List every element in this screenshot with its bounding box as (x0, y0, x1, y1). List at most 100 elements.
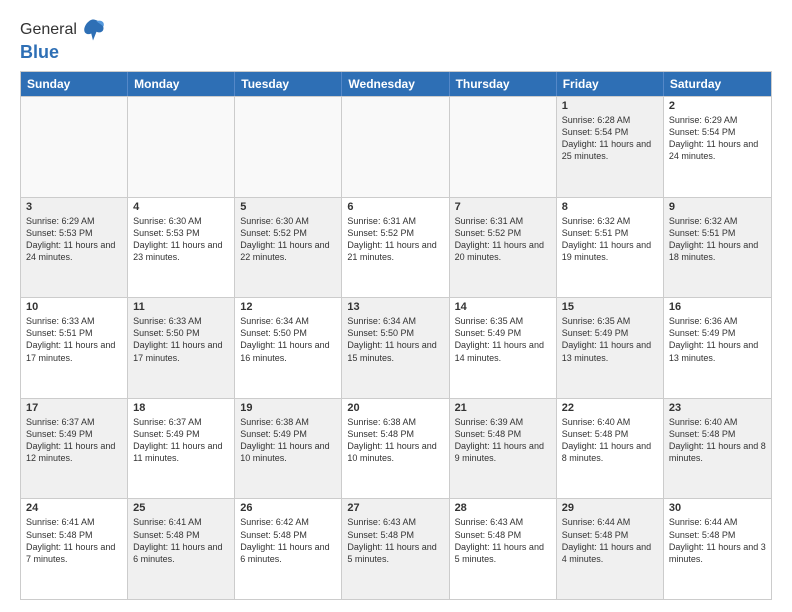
day-number: 12 (240, 301, 336, 313)
day-info: Sunrise: 6:38 AM Sunset: 5:49 PM Dayligh… (240, 417, 329, 463)
day-number: 23 (669, 402, 766, 414)
day-info: Sunrise: 6:41 AM Sunset: 5:48 PM Dayligh… (26, 517, 115, 563)
day-info: Sunrise: 6:44 AM Sunset: 5:48 PM Dayligh… (562, 517, 651, 563)
calendar-header-wednesday: Wednesday (342, 72, 449, 96)
day-number: 28 (455, 502, 551, 514)
day-info: Sunrise: 6:34 AM Sunset: 5:50 PM Dayligh… (347, 316, 436, 362)
day-number: 25 (133, 502, 229, 514)
day-number: 26 (240, 502, 336, 514)
day-info: Sunrise: 6:37 AM Sunset: 5:49 PM Dayligh… (26, 417, 115, 463)
calendar-cell-27: 27 Sunrise: 6:43 AM Sunset: 5:48 PM Dayli… (342, 499, 449, 599)
calendar-cell-22: 22Sunrise: 6:40 AM Sunset: 5:48 PM Dayli… (557, 399, 664, 499)
day-info: Sunrise: 6:29 AM Sunset: 5:54 PM Dayligh… (669, 115, 758, 161)
calendar-cell-17: 17 Sunrise: 6:37 AM Sunset: 5:49 PM Dayli… (21, 399, 128, 499)
page: General Blue SundayMondayTuesdayWednesda… (0, 0, 792, 612)
day-info: Sunrise: 6:33 AM Sunset: 5:51 PM Dayligh… (26, 316, 115, 362)
calendar-row-0: 1 Sunrise: 6:28 AM Sunset: 5:54 PM Daylig… (21, 96, 771, 197)
day-number: 10 (26, 301, 122, 313)
calendar-cell-13: 13 Sunrise: 6:34 AM Sunset: 5:50 PM Dayli… (342, 298, 449, 398)
day-number: 16 (669, 301, 766, 313)
day-number: 24 (26, 502, 122, 514)
calendar-header-friday: Friday (557, 72, 664, 96)
calendar-cell-25: 25 Sunrise: 6:41 AM Sunset: 5:48 PM Dayli… (128, 499, 235, 599)
day-info: Sunrise: 6:38 AM Sunset: 5:48 PM Dayligh… (347, 417, 436, 463)
day-info: Sunrise: 6:28 AM Sunset: 5:54 PM Dayligh… (562, 115, 651, 161)
day-info: Sunrise: 6:32 AM Sunset: 5:51 PM Dayligh… (669, 216, 758, 262)
day-info: Sunrise: 6:40 AM Sunset: 5:48 PM Dayligh… (562, 417, 651, 463)
calendar-header-tuesday: Tuesday (235, 72, 342, 96)
calendar-cell-empty-0-2 (235, 97, 342, 197)
day-info: Sunrise: 6:31 AM Sunset: 5:52 PM Dayligh… (347, 216, 436, 262)
day-number: 6 (347, 201, 443, 213)
day-info: Sunrise: 6:40 AM Sunset: 5:48 PM Dayligh… (669, 417, 766, 463)
calendar-cell-24: 24 Sunrise: 6:41 AM Sunset: 5:48 PM Dayli… (21, 499, 128, 599)
day-info: Sunrise: 6:35 AM Sunset: 5:49 PM Dayligh… (455, 316, 544, 362)
calendar-cell-4: 4 Sunrise: 6:30 AM Sunset: 5:53 PM Daylig… (128, 198, 235, 298)
day-number: 13 (347, 301, 443, 313)
day-number: 15 (562, 301, 658, 313)
calendar-cell-2: 2 Sunrise: 6:29 AM Sunset: 5:54 PM Daylig… (664, 97, 771, 197)
day-number: 3 (26, 201, 122, 213)
day-info: Sunrise: 6:43 AM Sunset: 5:48 PM Dayligh… (347, 517, 436, 563)
day-number: 8 (562, 201, 658, 213)
calendar-cell-empty-0-0 (21, 97, 128, 197)
day-info: Sunrise: 6:30 AM Sunset: 5:53 PM Dayligh… (133, 216, 222, 262)
day-number: 4 (133, 201, 229, 213)
day-number: 27 (347, 502, 443, 514)
calendar-cell-15: 15 Sunrise: 6:35 AM Sunset: 5:49 PM Dayli… (557, 298, 664, 398)
day-info: Sunrise: 6:41 AM Sunset: 5:48 PM Dayligh… (133, 517, 222, 563)
calendar-header-saturday: Saturday (664, 72, 771, 96)
calendar-cell-10: 10 Sunrise: 6:33 AM Sunset: 5:51 PM Dayli… (21, 298, 128, 398)
day-info: Sunrise: 6:31 AM Sunset: 5:52 PM Dayligh… (455, 216, 544, 262)
day-info: Sunrise: 6:42 AM Sunset: 5:48 PM Dayligh… (240, 517, 329, 563)
calendar-cell-26: 26 Sunrise: 6:42 AM Sunset: 5:48 PM Dayli… (235, 499, 342, 599)
calendar-cell-23: 23 Sunrise: 6:40 AM Sunset: 5:48 PM Dayli… (664, 399, 771, 499)
day-info: Sunrise: 6:30 AM Sunset: 5:52 PM Dayligh… (240, 216, 329, 262)
calendar: SundayMondayTuesdayWednesdayThursdayFrid… (20, 71, 772, 600)
calendar-header-monday: Monday (128, 72, 235, 96)
calendar-header-row: SundayMondayTuesdayWednesdayThursdayFrid… (21, 72, 771, 96)
calendar-cell-30: 30 Sunrise: 6:44 AM Sunset: 5:48 PM Dayli… (664, 499, 771, 599)
day-number: 14 (455, 301, 551, 313)
calendar-cell-9: 9 Sunrise: 6:32 AM Sunset: 5:51 PM Daylig… (664, 198, 771, 298)
calendar-cell-8: 8 Sunrise: 6:32 AM Sunset: 5:51 PM Daylig… (557, 198, 664, 298)
calendar-row-2: 10 Sunrise: 6:33 AM Sunset: 5:51 PM Dayli… (21, 297, 771, 398)
day-number: 20 (347, 402, 443, 414)
day-number: 11 (133, 301, 229, 313)
day-info: Sunrise: 6:32 AM Sunset: 5:51 PM Dayligh… (562, 216, 651, 262)
calendar-body: 1 Sunrise: 6:28 AM Sunset: 5:54 PM Daylig… (21, 96, 771, 599)
calendar-header-thursday: Thursday (450, 72, 557, 96)
day-number: 9 (669, 201, 766, 213)
day-info: Sunrise: 6:35 AM Sunset: 5:49 PM Dayligh… (562, 316, 651, 362)
day-info: Sunrise: 6:44 AM Sunset: 5:48 PM Dayligh… (669, 517, 766, 563)
day-number: 5 (240, 201, 336, 213)
calendar-cell-12: 12 Sunrise: 6:34 AM Sunset: 5:50 PM Dayli… (235, 298, 342, 398)
day-info: Sunrise: 6:39 AM Sunset: 5:48 PM Dayligh… (455, 417, 544, 463)
calendar-cell-5: 5 Sunrise: 6:30 AM Sunset: 5:52 PM Daylig… (235, 198, 342, 298)
calendar-cell-21: 21 Sunrise: 6:39 AM Sunset: 5:48 PM Dayli… (450, 399, 557, 499)
day-number: 1 (562, 100, 658, 112)
logo-blue-text: Blue (20, 42, 107, 63)
day-number: 18 (133, 402, 229, 414)
calendar-cell-19: 19 Sunrise: 6:38 AM Sunset: 5:49 PM Dayli… (235, 399, 342, 499)
day-info: Sunrise: 6:36 AM Sunset: 5:49 PM Dayligh… (669, 316, 758, 362)
logo: General Blue (20, 16, 107, 63)
day-number: 19 (240, 402, 336, 414)
day-number: 17 (26, 402, 122, 414)
calendar-cell-18: 18 Sunrise: 6:37 AM Sunset: 5:49 PM Dayli… (128, 399, 235, 499)
calendar-cell-empty-0-1 (128, 97, 235, 197)
day-number: 30 (669, 502, 766, 514)
calendar-cell-1: 1 Sunrise: 6:28 AM Sunset: 5:54 PM Daylig… (557, 97, 664, 197)
calendar-cell-29: 29Sunrise: 6:44 AM Sunset: 5:48 PM Dayli… (557, 499, 664, 599)
day-number: 7 (455, 201, 551, 213)
calendar-cell-6: 6 Sunrise: 6:31 AM Sunset: 5:52 PM Daylig… (342, 198, 449, 298)
day-info: Sunrise: 6:34 AM Sunset: 5:50 PM Dayligh… (240, 316, 329, 362)
calendar-cell-11: 11Sunrise: 6:33 AM Sunset: 5:50 PM Dayli… (128, 298, 235, 398)
calendar-cell-28: 28Sunrise: 6:43 AM Sunset: 5:48 PM Dayli… (450, 499, 557, 599)
day-number: 2 (669, 100, 766, 112)
calendar-cell-16: 16 Sunrise: 6:36 AM Sunset: 5:49 PM Dayli… (664, 298, 771, 398)
day-info: Sunrise: 6:37 AM Sunset: 5:49 PM Dayligh… (133, 417, 222, 463)
header: General Blue (20, 16, 772, 63)
calendar-cell-7: 7 Sunrise: 6:31 AM Sunset: 5:52 PM Daylig… (450, 198, 557, 298)
day-number: 21 (455, 402, 551, 414)
